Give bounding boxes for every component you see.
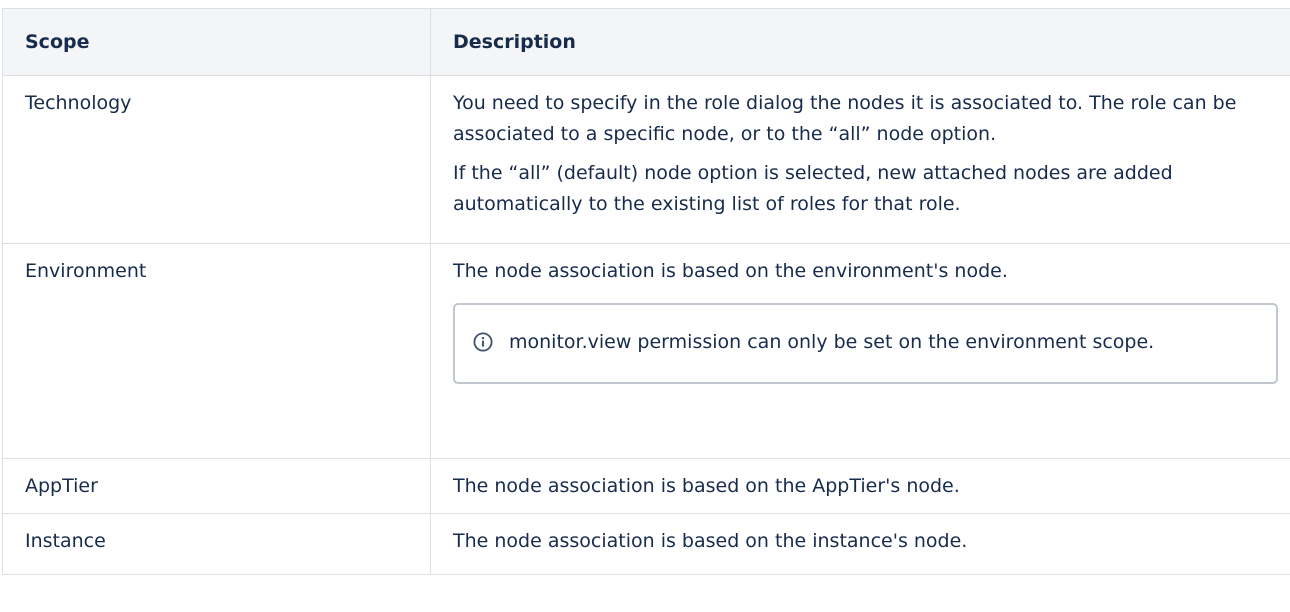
table-row: AppTier The node association is based on… <box>2 458 1290 514</box>
scope-table-container: Scope Description Technology You need to… <box>0 0 1290 612</box>
description-cell: The node association is based on the ins… <box>430 513 1290 575</box>
table-row: Instance The node association is based o… <box>2 513 1290 575</box>
scope-cell: Technology <box>2 75 431 244</box>
table-row: Technology You need to specify in the ro… <box>2 75 1290 244</box>
scope-cell: Environment <box>2 243 431 459</box>
description-cell: The node association is based on the env… <box>430 243 1290 459</box>
scope-cell: Instance <box>2 513 431 575</box>
info-icon <box>473 331 493 352</box>
description-paragraph: You need to specify in the role dialog t… <box>453 92 1237 145</box>
table-header-row: Scope Description <box>2 8 1290 76</box>
info-panel: monitor.view permission can only be set … <box>453 303 1278 384</box>
scope-table: Scope Description Technology You need to… <box>2 8 1290 575</box>
column-header-scope: Scope <box>2 8 431 76</box>
description-cell: The node association is based on the App… <box>430 458 1290 514</box>
description-paragraph: The node association is based on the App… <box>453 475 960 497</box>
description-paragraph: If the “all” (default) node option is se… <box>453 162 1173 215</box>
description-cell: You need to specify in the role dialog t… <box>430 75 1290 244</box>
table-row: Environment The node association is base… <box>2 243 1290 459</box>
description-paragraph: The node association is based on the ins… <box>453 530 968 552</box>
description-paragraph: The node association is based on the env… <box>453 260 1008 282</box>
scope-cell: AppTier <box>2 458 431 514</box>
column-header-description: Description <box>430 8 1290 76</box>
info-panel-text: monitor.view permission can only be set … <box>509 331 1155 353</box>
